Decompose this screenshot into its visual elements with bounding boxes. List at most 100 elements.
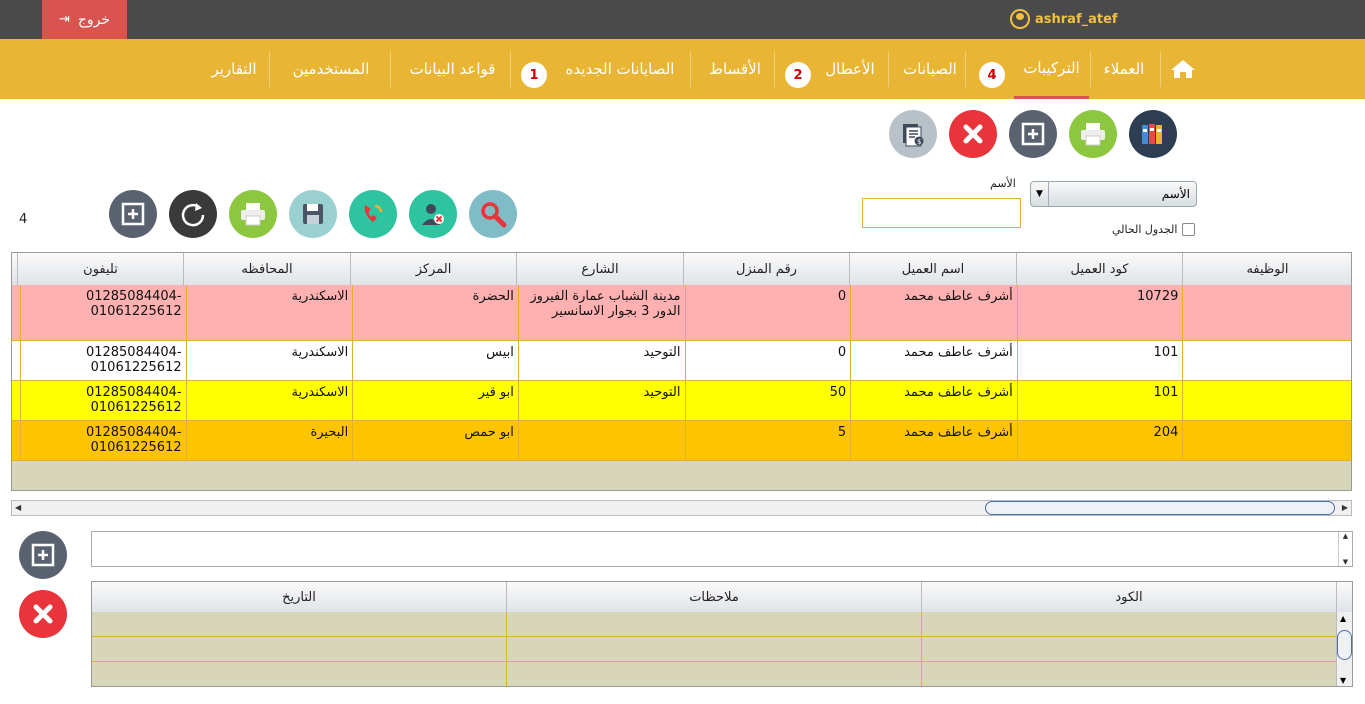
nav-maintenance[interactable]: الصيانات bbox=[895, 39, 965, 99]
customers-grid[interactable]: تليفون المحافظه المركز الشارع رقم المنزل… bbox=[11, 252, 1352, 491]
close-top-button[interactable] bbox=[949, 110, 997, 158]
search-input[interactable] bbox=[862, 198, 1021, 228]
nav-installations[interactable]: التركيبات bbox=[1014, 39, 1089, 99]
notes-grid-header: التاريخ ملاحظات الكود bbox=[92, 582, 1352, 612]
col-notes[interactable]: ملاحظات bbox=[507, 582, 922, 612]
top-bar: ⇥ خروج ashraf_atef bbox=[0, 0, 1365, 39]
current-table-label: الجدول الحالي bbox=[1112, 223, 1178, 236]
scroll-down-icon[interactable]: ▼ bbox=[1340, 676, 1346, 685]
add-top-button[interactable] bbox=[1009, 110, 1057, 158]
close-x-icon bbox=[957, 118, 989, 150]
cell-governorate: البحيرة bbox=[187, 421, 354, 460]
notes-row[interactable] bbox=[92, 637, 1337, 662]
nav-users[interactable]: المستخدمين bbox=[280, 39, 382, 99]
invoice-button[interactable]: $ bbox=[889, 110, 937, 158]
col-governorate[interactable]: المحافظه bbox=[184, 253, 351, 285]
col-customer-code[interactable]: كود العميل bbox=[1017, 253, 1183, 285]
search-field-select[interactable]: ▼ الأسم bbox=[1030, 181, 1197, 207]
user-menu[interactable]: ashraf_atef bbox=[1010, 9, 1118, 29]
username: ashraf_atef bbox=[1035, 11, 1118, 27]
table-row[interactable]: 01285084404-01061225612 الاسكندرية ابو ق… bbox=[12, 381, 1351, 421]
cell-governorate: الاسكندرية bbox=[187, 285, 354, 340]
invoice-money-icon: $ bbox=[903, 124, 924, 147]
print-button[interactable] bbox=[229, 190, 277, 238]
nav-customers[interactable]: العملاء bbox=[1092, 39, 1156, 99]
phone-refresh-button[interactable] bbox=[349, 190, 397, 238]
nav-reports[interactable]: التقارير bbox=[205, 39, 263, 99]
search-icon bbox=[481, 202, 507, 228]
nav-new-maintenance[interactable]: الصايانات الجديده bbox=[555, 39, 685, 99]
notes-row[interactable] bbox=[92, 662, 1337, 686]
add-button[interactable] bbox=[109, 190, 157, 238]
search-field-label: الأسم bbox=[990, 177, 1016, 190]
refresh-icon bbox=[181, 203, 205, 227]
scrollbar-thumb[interactable] bbox=[1337, 630, 1352, 660]
cell-center: ابو حمص bbox=[353, 421, 519, 460]
cell-house: 50 bbox=[686, 381, 852, 420]
current-table-checkbox[interactable]: الجدول الحالي bbox=[1112, 223, 1196, 236]
cell-name: أشرف عاطف محمد bbox=[851, 341, 1018, 380]
cell-phone: 01285084404-01061225612 bbox=[21, 285, 187, 340]
save-button[interactable] bbox=[289, 190, 337, 238]
col-street[interactable]: الشارع bbox=[517, 253, 684, 285]
cell-house: 0 bbox=[686, 285, 852, 340]
cell-center: ابيس bbox=[353, 341, 519, 380]
table-row[interactable]: 01285084404-01061225612 الاسكندرية ابيس … bbox=[12, 341, 1351, 381]
notes-textarea-scrollbar[interactable]: ▲ ▼ bbox=[1338, 532, 1352, 566]
grid-horizontal-scrollbar[interactable]: ◀ ▶ bbox=[11, 500, 1352, 516]
nav-installments[interactable]: الأقساط bbox=[700, 39, 770, 99]
search-field-value: الأسم bbox=[1161, 187, 1190, 201]
cell-code: 101 bbox=[1018, 341, 1184, 380]
cell-name: أشرف عاطف محمد bbox=[851, 381, 1018, 420]
table-row[interactable]: 01285084404-01061225612 البحيرة ابو حمص … bbox=[12, 421, 1351, 461]
home-icon[interactable] bbox=[1170, 59, 1196, 79]
col-date[interactable]: التاريخ bbox=[92, 582, 507, 612]
add-note-button[interactable] bbox=[19, 531, 67, 579]
cell-street: مدينة الشباب عمارة الفيروز الدور 3 بجوار… bbox=[519, 285, 686, 340]
notes-grid[interactable]: التاريخ ملاحظات الكود ▲ ▼ bbox=[91, 581, 1353, 687]
col-job[interactable]: الوظيفه bbox=[1183, 253, 1351, 285]
cell-street: التوحيد bbox=[519, 341, 686, 380]
scroll-up-icon[interactable]: ▲ bbox=[1343, 532, 1348, 540]
grid-header: تليفون المحافظه المركز الشارع رقم المنزل… bbox=[12, 253, 1351, 285]
refresh-button[interactable] bbox=[169, 190, 217, 238]
col-house-number[interactable]: رقم المنزل bbox=[684, 253, 850, 285]
col-center[interactable]: المركز bbox=[351, 253, 517, 285]
chevron-down-icon: ▼ bbox=[1031, 182, 1049, 206]
scroll-down-icon[interactable]: ▼ bbox=[1343, 558, 1348, 566]
search-button[interactable] bbox=[469, 190, 517, 238]
logout-label: خروج bbox=[77, 11, 111, 28]
table-row[interactable]: 01285084404-01061225612 الاسكندرية الحضر… bbox=[12, 285, 1351, 341]
scroll-left-icon[interactable]: ◀ bbox=[15, 503, 21, 512]
col-phone[interactable]: تليفون bbox=[18, 253, 184, 285]
nav-faults[interactable]: الأعطال bbox=[818, 39, 882, 99]
cell-phone: 01285084404-01061225612 bbox=[21, 341, 187, 380]
scroll-up-icon[interactable]: ▲ bbox=[1340, 614, 1346, 623]
col-customer-name[interactable]: اسم العميل bbox=[850, 253, 1017, 285]
close-x-icon bbox=[27, 598, 59, 630]
cell-code: 101 bbox=[1018, 381, 1184, 420]
main-nav: العملاء التركيبات 4 الصيانات الأعطال 2 ا… bbox=[0, 39, 1365, 99]
notes-textarea[interactable]: ▲ ▼ bbox=[91, 531, 1353, 567]
scrollbar-thumb[interactable] bbox=[985, 501, 1335, 515]
binders-icon bbox=[1142, 124, 1162, 144]
cell-phone: 01285084404-01061225612 bbox=[21, 381, 187, 420]
delete-note-button[interactable] bbox=[19, 590, 67, 638]
cell-job bbox=[1183, 381, 1351, 420]
col-code[interactable]: الكود bbox=[922, 582, 1337, 612]
user-icon bbox=[1010, 9, 1030, 29]
notes-vertical-scrollbar[interactable]: ▲ ▼ bbox=[1336, 612, 1352, 686]
nav-databases[interactable]: قواعد البيانات bbox=[400, 39, 505, 99]
print-all-button[interactable] bbox=[1069, 110, 1117, 158]
remove-user-button[interactable] bbox=[409, 190, 457, 238]
cell-street bbox=[519, 421, 686, 460]
add-square-icon bbox=[121, 202, 145, 226]
scroll-right-icon[interactable]: ▶ bbox=[1342, 503, 1348, 512]
save-disk-icon bbox=[303, 204, 323, 224]
cell-name: أشرف عاطف محمد bbox=[851, 421, 1018, 460]
cell-code: 10729 bbox=[1018, 285, 1184, 340]
notes-row[interactable] bbox=[92, 612, 1337, 637]
record-count: 4 bbox=[19, 212, 28, 227]
binders-button[interactable] bbox=[1129, 110, 1177, 158]
logout-button[interactable]: ⇥ خروج bbox=[42, 0, 127, 39]
